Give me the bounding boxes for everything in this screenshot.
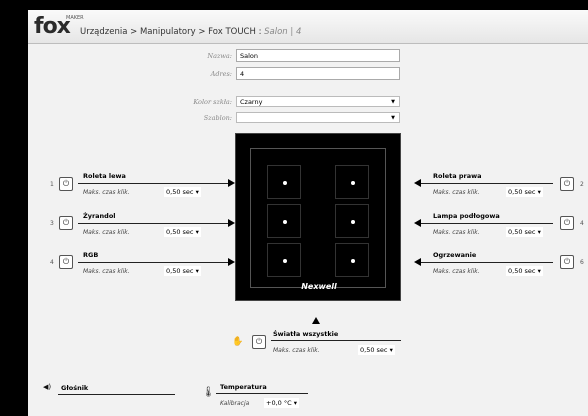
device-button-5[interactable] bbox=[267, 243, 301, 277]
glass-color-label: Kolor szkła: bbox=[193, 98, 232, 106]
channel-title: Żyrandol bbox=[83, 212, 116, 220]
channel-select[interactable]: 0,50 sec ▾ bbox=[506, 266, 543, 276]
channel-sub: Maks. czas klik. bbox=[433, 189, 480, 196]
channel-select-value: 0,50 sec bbox=[508, 228, 536, 236]
arrow-right-icon bbox=[228, 258, 235, 266]
channel-select-value: 0,50 sec bbox=[360, 346, 388, 354]
channel-line bbox=[421, 183, 553, 184]
channel-number: 1 bbox=[50, 181, 54, 188]
power-icon[interactable]: ⏻ bbox=[59, 255, 73, 269]
channel-number: 4 bbox=[50, 259, 54, 266]
calibration-value: +0,0 °C bbox=[266, 399, 292, 407]
channel-select-value: 0,50 sec bbox=[166, 188, 194, 196]
name-label: Nazwa: bbox=[207, 52, 232, 60]
channel-select[interactable]: 0,50 sec ▾ bbox=[164, 227, 201, 237]
channel-sub: Maks. czas klik. bbox=[273, 347, 320, 354]
device-button-2[interactable] bbox=[335, 165, 369, 199]
channel-select-value: 0,50 sec bbox=[166, 228, 194, 236]
channel-sub: Maks. czas klik. bbox=[83, 229, 130, 236]
channel-title: Roleta lewa bbox=[83, 172, 126, 180]
channel-line bbox=[78, 183, 228, 184]
calibration-label: Kalibracja bbox=[220, 400, 250, 407]
channel-line bbox=[421, 223, 553, 224]
template-label: Szablon: bbox=[203, 114, 232, 122]
arrow-right-icon bbox=[228, 219, 235, 227]
main-panel: Nazwa: Salon Adres: 4 Kolor szkła: Czarn… bbox=[28, 44, 588, 416]
channel-title: Światła wszystkie bbox=[273, 330, 339, 338]
touch-panel-device: Nexwell bbox=[235, 133, 401, 301]
power-icon[interactable]: ⏻ bbox=[59, 177, 73, 191]
temperature-line bbox=[216, 393, 308, 394]
arrow-left-icon bbox=[414, 219, 421, 227]
channel-select-value: 0,50 sec bbox=[508, 267, 536, 275]
template-select[interactable]: ▼ bbox=[236, 112, 400, 123]
channel-number: 4 bbox=[580, 220, 584, 227]
name-input[interactable]: Salon bbox=[236, 49, 400, 62]
channel-line bbox=[421, 262, 553, 263]
thermometer-icon: 🌡 bbox=[202, 387, 215, 398]
temperature-title: Temperatura bbox=[220, 383, 267, 391]
channel-select-value: 0,50 sec bbox=[508, 188, 536, 196]
calibration-select[interactable]: +0,0 °C ▾ bbox=[264, 398, 299, 408]
hand-icon: ✋ bbox=[232, 337, 244, 347]
arrow-left-icon bbox=[414, 258, 421, 266]
channel-select[interactable]: 0,50 sec ▾ bbox=[506, 227, 543, 237]
channel-number: 2 bbox=[580, 181, 584, 188]
address-input[interactable]: 4 bbox=[236, 67, 400, 80]
channel-sub: Maks. czas klik. bbox=[433, 268, 480, 275]
channel-select-value: 0,50 sec bbox=[166, 267, 194, 275]
arrow-left-icon bbox=[414, 179, 421, 187]
channel-number: 6 bbox=[580, 259, 584, 266]
speaker-icon: ◀) bbox=[43, 383, 52, 391]
speaker-label: Głośnik bbox=[61, 384, 89, 392]
glass-color-value: Czarny bbox=[240, 98, 263, 106]
channel-number: 3 bbox=[50, 220, 54, 227]
channel-sub: Maks. czas klik. bbox=[83, 268, 130, 275]
chevron-down-icon: ▼ bbox=[391, 115, 395, 121]
channel-line bbox=[78, 223, 228, 224]
device-button-3[interactable] bbox=[267, 204, 301, 238]
fox-logo: fox MAKER bbox=[34, 14, 84, 39]
app-frame: fox MAKER Urządzenia > Manipulatory > Fox… bbox=[0, 0, 588, 416]
breadcrumb-place: Salon | 4 bbox=[264, 27, 302, 37]
glass-color-select[interactable]: Czarny ▼ bbox=[236, 96, 400, 107]
channel-sub: Maks. czas klik. bbox=[83, 189, 130, 196]
device-button-6[interactable] bbox=[335, 243, 369, 277]
channel-line bbox=[78, 262, 228, 263]
channel-line bbox=[271, 340, 401, 341]
channel-title: RGB bbox=[83, 251, 99, 259]
channel-select[interactable]: 0,50 sec ▾ bbox=[164, 266, 201, 276]
channel-title: Lampa podłogowa bbox=[433, 212, 500, 220]
power-icon[interactable]: ⏻ bbox=[252, 335, 266, 349]
breadcrumb-path[interactable]: Urządzenia > Manipulatory > Fox TOUCH : bbox=[80, 27, 264, 37]
power-icon[interactable]: ⏻ bbox=[59, 216, 73, 230]
arrow-right-icon bbox=[228, 179, 235, 187]
address-label: Adres: bbox=[210, 70, 232, 78]
device-brand: Nexwell bbox=[301, 282, 337, 291]
channel-title: Ogrzewanie bbox=[433, 251, 477, 259]
power-icon[interactable]: ⏻ bbox=[560, 255, 574, 269]
arrow-up-icon bbox=[312, 317, 320, 324]
chevron-down-icon: ▼ bbox=[391, 99, 395, 105]
device-button-4[interactable] bbox=[335, 204, 369, 238]
channel-sub: Maks. czas klik. bbox=[433, 229, 480, 236]
channel-select[interactable]: 0,50 sec ▾ bbox=[506, 187, 543, 197]
breadcrumb: Urządzenia > Manipulatory > Fox TOUCH : … bbox=[80, 27, 301, 37]
power-icon[interactable]: ⏻ bbox=[560, 177, 574, 191]
channel-select[interactable]: 0,50 sec ▾ bbox=[358, 345, 395, 355]
channel-select[interactable]: 0,50 sec ▾ bbox=[164, 187, 201, 197]
speaker-line bbox=[58, 394, 175, 395]
channel-title: Roleta prawa bbox=[433, 172, 482, 180]
header-bar: fox MAKER Urządzenia > Manipulatory > Fox… bbox=[28, 10, 588, 44]
device-button-1[interactable] bbox=[267, 165, 301, 199]
power-icon[interactable]: ⏻ bbox=[560, 216, 574, 230]
